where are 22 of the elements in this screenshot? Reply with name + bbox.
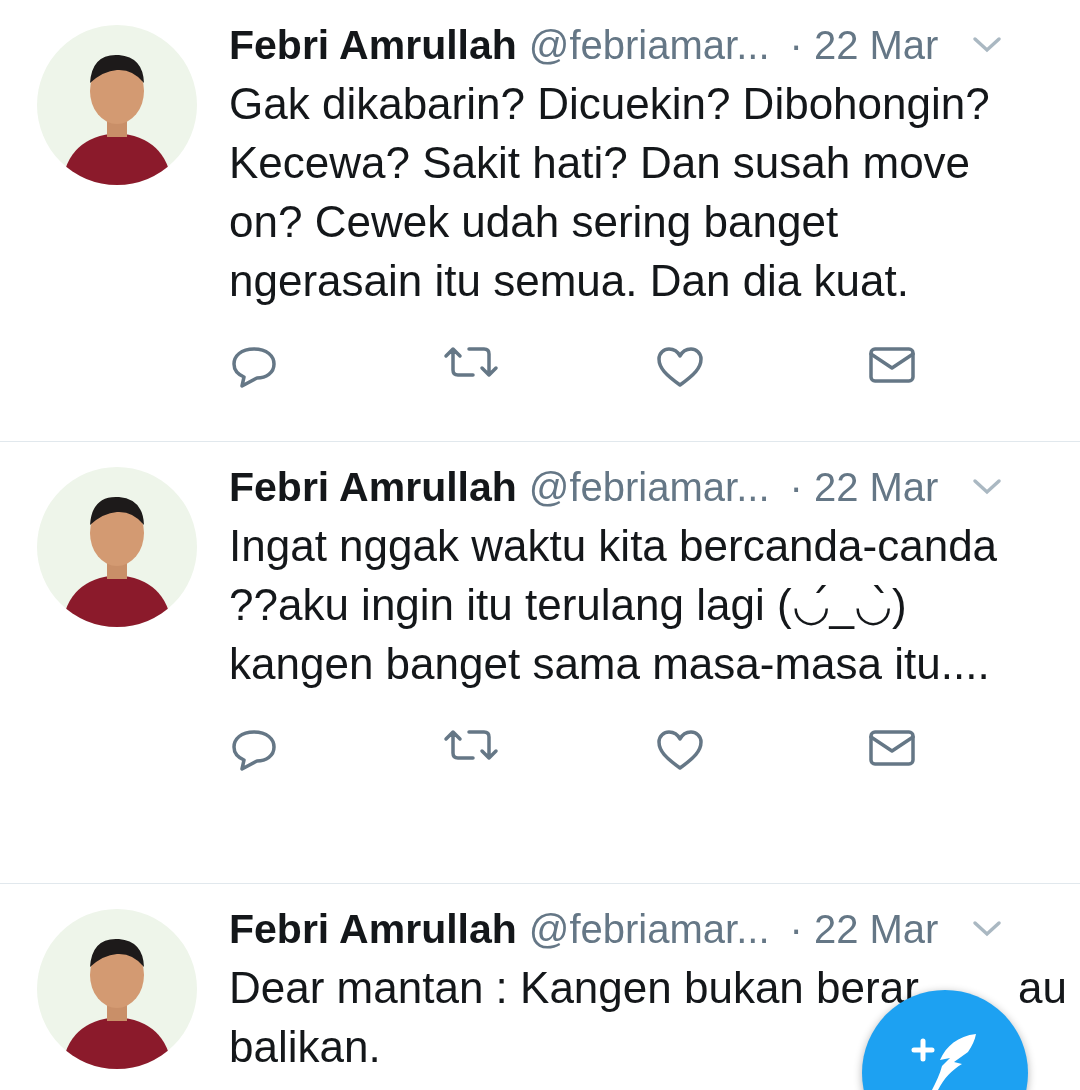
user-handle: @febriamar...	[528, 22, 770, 68]
retweet-icon[interactable]	[443, 729, 500, 761]
tweet-date: · 22 Mar	[789, 464, 939, 510]
reply-icon[interactable]	[231, 346, 277, 388]
retweet-icon[interactable]	[443, 346, 500, 378]
tweet-text: Gak dikabarin? Dicuekin? Dibohongin? Kecewa? Sakit hati? Dan susah move on? Cewek udah sering banget ngerasain itu semua. Dan dia kuat.	[229, 79, 990, 305]
tweet-date: · 22 Mar	[789, 906, 939, 952]
mail-icon[interactable]	[867, 729, 916, 767]
tweet-text: Ingat nggak waktu kita bercanda-canda ??aku ingin itu terulang lagi (◡́_◡̀) kangen banget sama masa-masa itu....	[229, 521, 998, 688]
mail-icon[interactable]	[867, 346, 916, 384]
user-name[interactable]: Febri Amrullah	[229, 905, 517, 953]
tweet-text: Dear mantan : Kangen bukan berar	[229, 962, 919, 1014]
heart-icon[interactable]	[655, 729, 704, 771]
user-name[interactable]: Febri Amrullah	[229, 21, 517, 69]
reply-icon[interactable]	[231, 729, 277, 771]
user-handle: @febriamar...	[528, 906, 770, 952]
user-handle: @febriamar...	[528, 464, 770, 510]
tweet-text: au	[1018, 962, 1067, 1014]
heart-icon[interactable]	[655, 346, 704, 388]
tweet-date: · 22 Mar	[789, 22, 939, 68]
tweet-text: balikan.	[229, 1021, 381, 1073]
user-name[interactable]: Febri Amrullah	[229, 463, 517, 511]
